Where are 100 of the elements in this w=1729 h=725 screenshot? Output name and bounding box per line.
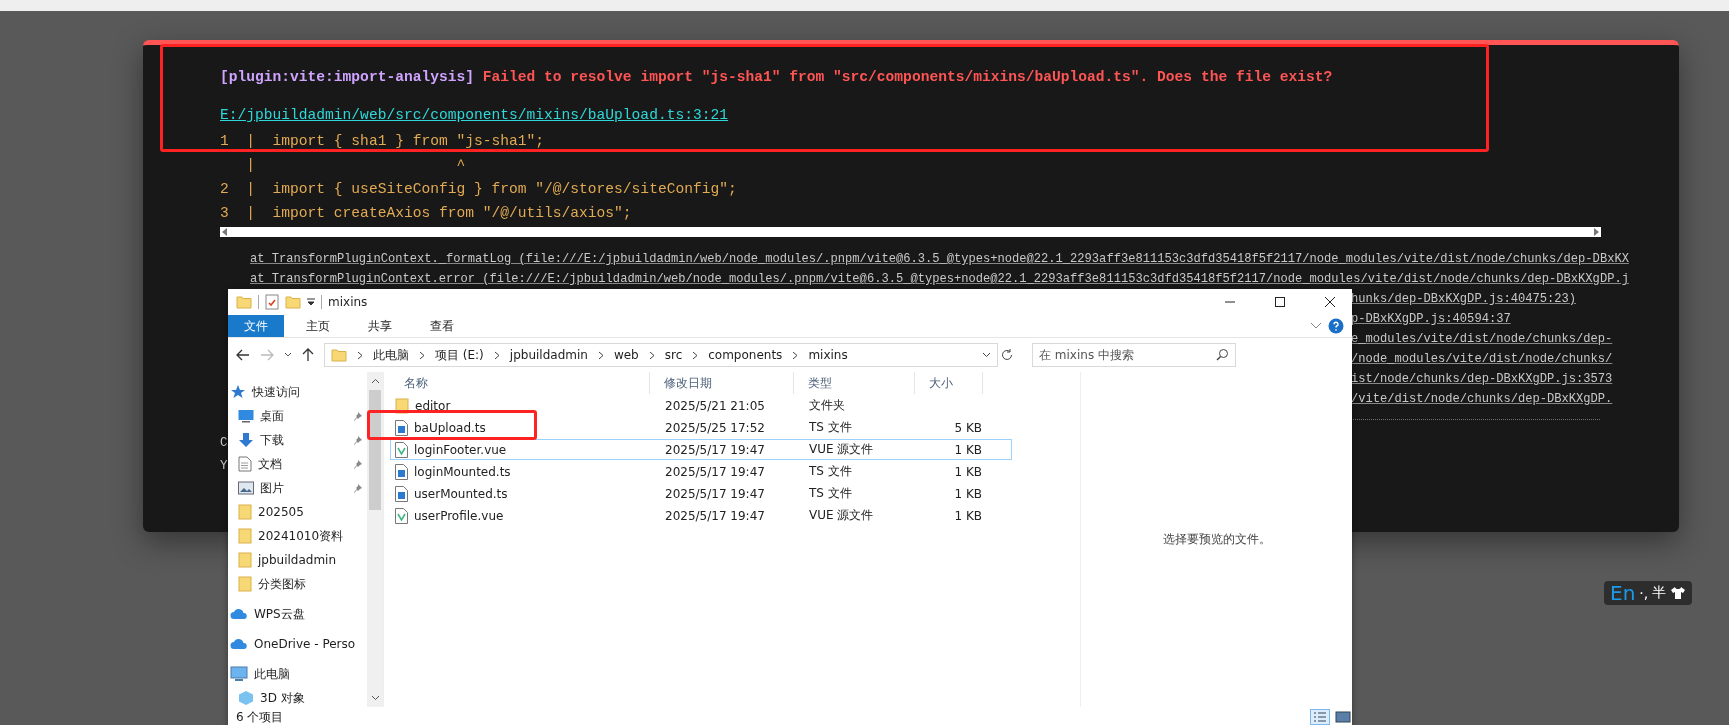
file-row[interactable]: baUpload.ts 2025/5/25 17:52 TS 文件 5 KB (390, 417, 1012, 438)
sidebar-item[interactable]: 桌面 (228, 404, 367, 428)
chevron-right-icon[interactable] (357, 350, 363, 360)
chevron-right-icon[interactable] (692, 350, 699, 360)
window-title: mixins (328, 295, 368, 309)
ribbon-tab[interactable]: 共享 (352, 315, 408, 337)
file-row[interactable]: editor 2025/5/21 21:05 文件夹 (390, 395, 1012, 416)
ime-width: 半 (1652, 584, 1667, 602)
breadcrumb[interactable]: 项目 (E:) (435, 346, 484, 364)
file-icon (395, 441, 408, 458)
sidebar-label: 此电脑 (254, 665, 290, 683)
dropdown-icon[interactable] (307, 298, 315, 306)
scroll-down-icon[interactable] (370, 695, 380, 701)
horizontal-scrollbar[interactable] (220, 227, 1601, 237)
help-icon[interactable] (1328, 318, 1344, 334)
sidebar-item[interactable]: 下载 (228, 428, 367, 452)
ime-indicator[interactable]: En ·, 半 (1604, 581, 1693, 605)
code-line: 3 | import createAxios from "/@/utils/axios"; (220, 204, 633, 223)
pin-icon[interactable] (353, 459, 363, 469)
properties-icon[interactable] (265, 294, 279, 310)
search-icon[interactable] (1216, 348, 1229, 361)
pin-icon[interactable] (353, 435, 363, 445)
breadcrumb[interactable]: mixins (808, 348, 848, 362)
chevron-right-icon[interactable] (597, 350, 604, 360)
sidebar-item[interactable]: 3D 对象 (228, 686, 367, 707)
folder-icon (238, 552, 252, 568)
stack-trace-line: e_modules/vite/dist/node/chunks/dep- (1351, 331, 1613, 348)
column-header[interactable]: 类型 (794, 372, 915, 394)
sidebar-item[interactable]: 图片 (228, 476, 367, 500)
file-size: 1 KB (954, 442, 982, 457)
file-type: TS 文件 (808, 419, 853, 436)
breadcrumb[interactable]: src (664, 348, 683, 362)
file-row[interactable]: loginMounted.ts 2025/5/17 19:47 TS 文件 1 KB (390, 461, 1012, 482)
column-header[interactable]: 名称 (390, 372, 650, 394)
file-icon (395, 485, 408, 502)
file-name: editor (415, 398, 451, 413)
pin-icon[interactable] (353, 411, 363, 421)
scroll-left-icon[interactable] (222, 228, 228, 236)
shirt-icon (1670, 586, 1687, 600)
pin-icon[interactable] (353, 483, 363, 493)
code-line: 1 | import { sha1 } from "js-sha1"; (220, 132, 546, 151)
file-size: 1 KB (954, 486, 982, 501)
ribbon-tab[interactable]: 主页 (290, 315, 346, 337)
status-text: 6 个项目 (236, 708, 284, 725)
chevron-right-icon[interactable] (792, 350, 799, 360)
breadcrumb[interactable]: jpbuildadmin (509, 348, 588, 362)
up-arrow-icon[interactable] (302, 348, 314, 362)
error-message: [plugin:vite:import-analysis] Failed to resolve import "js-sha1" from "src/components/mixins/baUpload.ts". Does the file exist? (220, 68, 1334, 87)
sidebar-label: 图片 (260, 479, 284, 497)
file-link[interactable]: E:/jpbuildadmin/web/src/components/mixins/baUpload.ts:3:21 (220, 105, 728, 125)
thumbnail-view-icon[interactable] (1334, 710, 1352, 724)
file-row[interactable]: loginFooter.vue 2025/5/17 19:47 VUE 源文件 1 KB (390, 439, 1012, 460)
ribbon-tab[interactable]: 查看 (414, 315, 470, 337)
address-bar[interactable]: 此电脑 项目 (E:) jpbuildadmin web src components mixins (324, 343, 998, 367)
stack-trace-line: at TransformPluginContext._formatLog (file:///E:/jpbuildadmin/web/node_modules/.pnpm/vite@6.3.5_@types+node@22.1_2293aff3e811153c3dfd35418f5f2117/node_modules/vite/dist/node/chunks/dep-DBxKX (250, 251, 1629, 268)
breadcrumb[interactable]: components (708, 348, 783, 362)
sidebar-item[interactable]: 快速访问 (228, 380, 367, 404)
file-size: 5 KB (954, 420, 982, 435)
sidebar-item[interactable]: WPS云盘 (228, 602, 367, 626)
chevron-down-icon[interactable] (982, 352, 991, 358)
star-icon (230, 384, 246, 400)
breadcrumb[interactable]: web (613, 348, 639, 362)
file-name: userProfile.vue (414, 508, 504, 523)
file-row[interactable]: userProfile.vue 2025/5/17 19:47 VUE 源文件 1 KB (390, 505, 1012, 526)
chevron-right-icon[interactable] (648, 350, 655, 360)
search-field[interactable]: 在 mixins 中搜索 (1032, 343, 1236, 367)
cube-icon (238, 690, 254, 706)
sidebar-item[interactable]: jpbuildadmin (228, 548, 367, 572)
sidebar-item[interactable]: 文档 (228, 452, 367, 476)
back-arrow-icon[interactable] (236, 349, 250, 361)
chevron-down-icon[interactable] (284, 352, 292, 358)
vertical-scrollbar[interactable] (367, 372, 383, 707)
stack-trace-line: /vite/dist/node/chunks/dep-DBxKXgDP. (1351, 391, 1613, 408)
breadcrumb[interactable]: 此电脑 (373, 346, 409, 364)
file-name: loginFooter.vue (414, 442, 507, 457)
sidebar-item[interactable]: 202505 (228, 500, 367, 524)
chevron-right-icon[interactable] (493, 350, 500, 360)
sidebar-item[interactable]: 此电脑 (228, 662, 367, 686)
file-date: 2025/5/17 19:47 (664, 486, 766, 501)
close-icon[interactable] (1324, 296, 1336, 308)
file-row[interactable]: userMounted.ts 2025/5/17 19:47 TS 文件 1 KB (390, 483, 1012, 504)
refresh-icon[interactable] (1000, 348, 1014, 362)
scroll-right-icon[interactable] (1593, 228, 1599, 236)
maximize-icon[interactable] (1274, 296, 1286, 308)
scroll-up-icon[interactable] (370, 378, 380, 384)
sidebar-item[interactable]: 分类图标 (228, 572, 367, 596)
file-icon (395, 463, 408, 480)
ribbon-tab[interactable]: 文件 (228, 315, 284, 337)
scrollbar-thumb[interactable] (369, 390, 381, 510)
column-header[interactable]: 大小 (915, 372, 983, 394)
sidebar-label: OneDrive - Perso (254, 637, 356, 651)
chevron-right-icon[interactable] (419, 350, 425, 360)
file-icon (395, 419, 408, 436)
file-type: TS 文件 (808, 463, 853, 480)
sidebar-label: 20241010资料 (258, 527, 344, 545)
ime-punctuation: ·, (1639, 585, 1649, 601)
file-date: 2025/5/17 19:47 (664, 508, 766, 523)
sidebar-item[interactable]: 20241010资料 (228, 524, 367, 548)
sidebar-item[interactable]: OneDrive - Perso (228, 632, 367, 656)
column-header[interactable]: 修改日期 (650, 372, 794, 394)
